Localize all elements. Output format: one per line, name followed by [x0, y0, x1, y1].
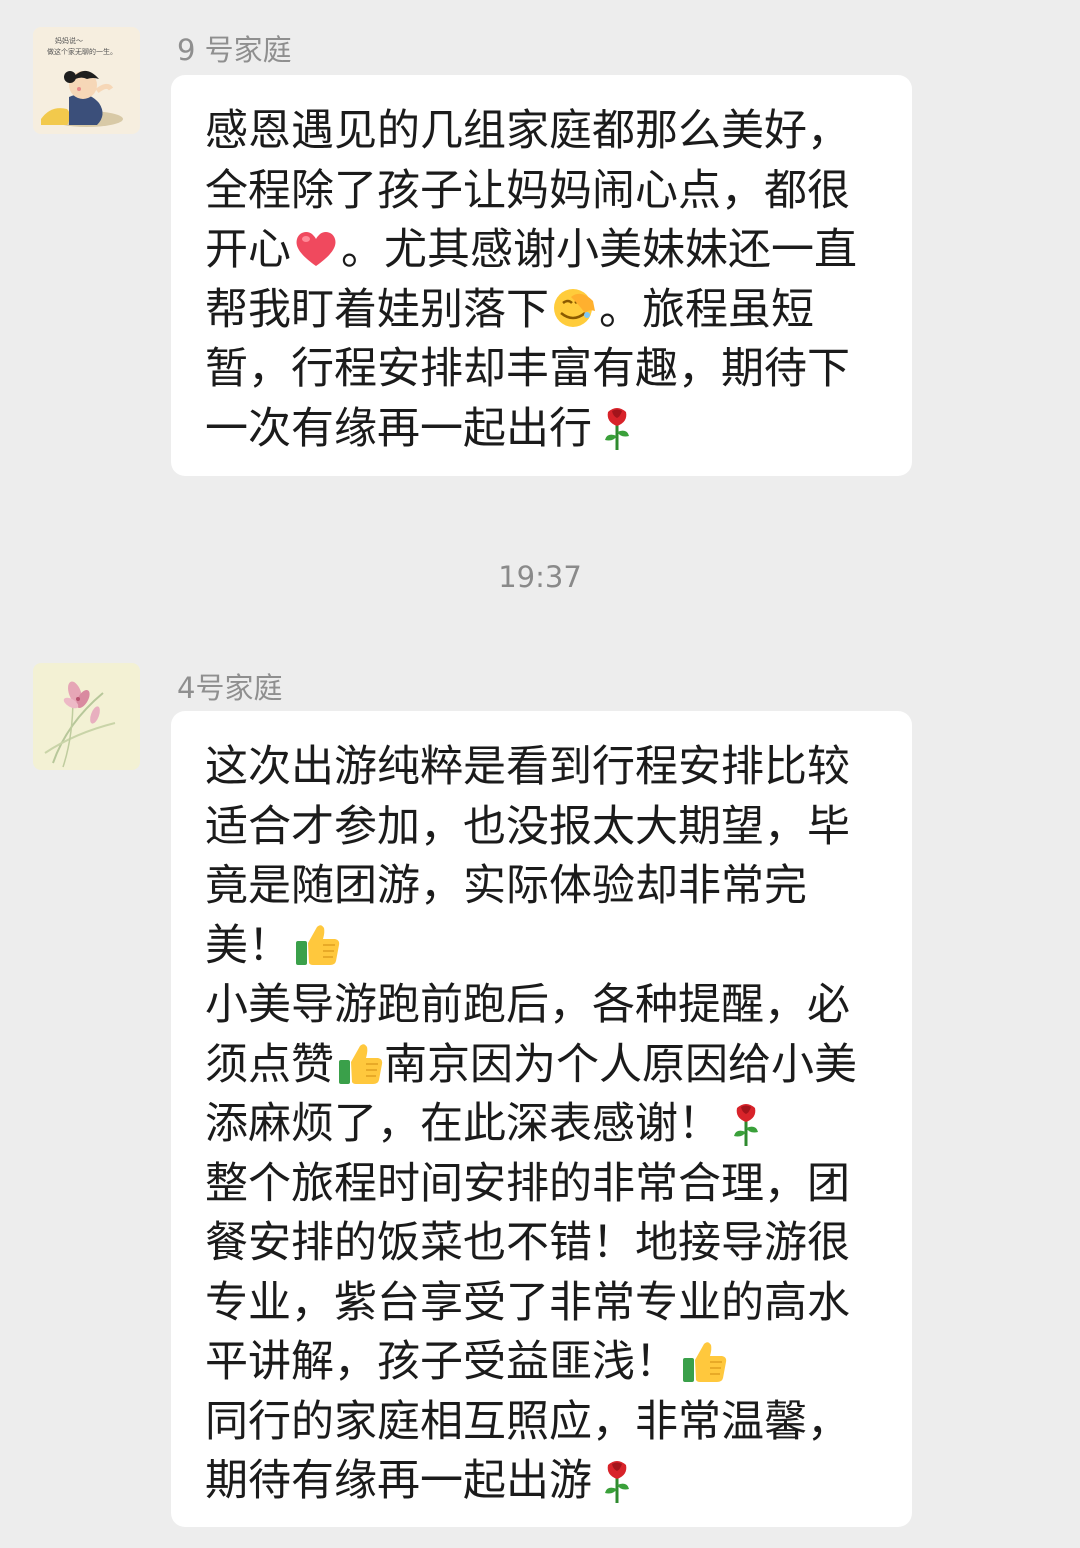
message-line: 餐安排的饭菜也不错！地接导游很: [205, 1214, 882, 1274]
message-bubble[interactable]: 这次出游纯粹是看到行程安排比较 适合才参加，也没报太大期望，毕 竟是随团游，实际体验…: [171, 711, 912, 1527]
rose-icon: [723, 1098, 769, 1148]
orchid-painting-avatar-icon: [33, 663, 140, 770]
sender-name: 4号家庭: [177, 671, 283, 705]
timestamp: 19:37: [498, 560, 582, 594]
sender-name: 9 号家庭: [177, 33, 292, 67]
message-text: 适合才参加，也没报太大期望，毕: [205, 801, 850, 852]
thumbs-up-icon: [680, 1336, 727, 1386]
message-text: 这次出游纯粹是看到行程安排比较: [205, 742, 850, 792]
message-line: 专业，紫台享受了非常专业的高水: [205, 1274, 882, 1334]
message-line: 这次出游纯粹是看到行程安排比较: [205, 738, 882, 798]
message-text: 须点赞: [205, 1039, 334, 1090]
message-line: 平讲解，孩子受益匪浅！: [205, 1333, 882, 1393]
message-line: 小美导游跑前跑后，各种提醒，必: [205, 976, 882, 1036]
message-text: 南京因为个人原因给小美: [384, 1039, 857, 1090]
message-line: 适合才参加，也没报太大期望，毕: [205, 798, 882, 858]
message-text: 平讲解，孩子受益匪浅！: [205, 1337, 678, 1387]
message-text: 美！: [205, 920, 291, 971]
message-text: 餐安排的饭菜也不错！地接导游很: [205, 1218, 850, 1268]
avatar-4-family[interactable]: [33, 663, 140, 770]
thumbs-up-icon: [336, 1038, 383, 1088]
message-text: 开心: [205, 225, 291, 275]
message-line: 同行的家庭相互照应，非常温馨，: [205, 1393, 882, 1453]
message-text: 暂，行程安排却丰富有趣，期待下: [205, 344, 850, 394]
message-line: 美！: [205, 917, 882, 977]
message-text: 全程除了孩子让妈妈闹心点，都很: [205, 165, 850, 216]
message-text: 添麻烦了，在此深表感谢！: [205, 1099, 721, 1149]
avatar-caption-2: 做这个家无聊的一生。: [47, 47, 117, 56]
message-text: 。尤其感谢小美妹妹还一直: [341, 225, 857, 275]
thumbs-up-icon: [293, 919, 340, 969]
message-text: 同行的家庭相互照应，非常温馨，: [205, 1396, 850, 1447]
message-line: 全程除了孩子让妈妈闹心点，都很: [205, 162, 882, 222]
message-line: 暂，行程安排却丰富有趣，期待下: [205, 340, 882, 400]
message-bubble[interactable]: 感恩遇见的几组家庭都那么美好， 全程除了孩子让妈妈闹心点，都很 开心 。尤其感谢小美妹…: [171, 75, 912, 476]
message-line: 整个旅程时间安排的非常合理，团: [205, 1155, 882, 1215]
message-line: 帮我盯着娃别落下 。旅程虽短: [205, 281, 882, 341]
message-text: 感恩遇见的几组家庭都那么美好，: [205, 106, 850, 156]
message-text: 期待有缘再一起出游: [205, 1456, 592, 1506]
facepalm-icon: [551, 283, 597, 333]
rose-icon: [594, 402, 640, 452]
avatar-caption-1: 妈妈说～: [55, 36, 83, 45]
cartoon-girl-avatar-icon: 妈妈说～ 做这个家无聊的一生。: [33, 27, 140, 134]
message-line: 一次有缘再一起出行: [205, 400, 882, 460]
message-text: 小美导游跑前跑后，各种提醒，必: [205, 980, 850, 1030]
message-line: 须点赞 南京因为个人原因给小美: [205, 1036, 882, 1096]
message-line: 期待有缘再一起出游: [205, 1452, 882, 1512]
message-line: 感恩遇见的几组家庭都那么美好，: [205, 102, 882, 162]
message-text: 专业，紫台享受了非常专业的高水: [205, 1277, 850, 1328]
message-line: 开心 。尤其感谢小美妹妹还一直: [205, 221, 882, 281]
heart-icon: [293, 224, 339, 274]
message-text: 竟是随团游，实际体验却非常完: [205, 861, 807, 911]
message-line: 添麻烦了，在此深表感谢！: [205, 1095, 882, 1155]
message-text: 帮我盯着娃别落下: [205, 284, 549, 335]
avatar-9-family[interactable]: 妈妈说～ 做这个家无聊的一生。: [33, 27, 140, 134]
message-text: 整个旅程时间安排的非常合理，团: [205, 1158, 850, 1209]
message-line: 竟是随团游，实际体验却非常完: [205, 857, 882, 917]
message-text: 一次有缘再一起出行: [205, 403, 592, 454]
message-text: 。旅程虽短: [599, 284, 814, 335]
rose-icon: [594, 1455, 640, 1505]
